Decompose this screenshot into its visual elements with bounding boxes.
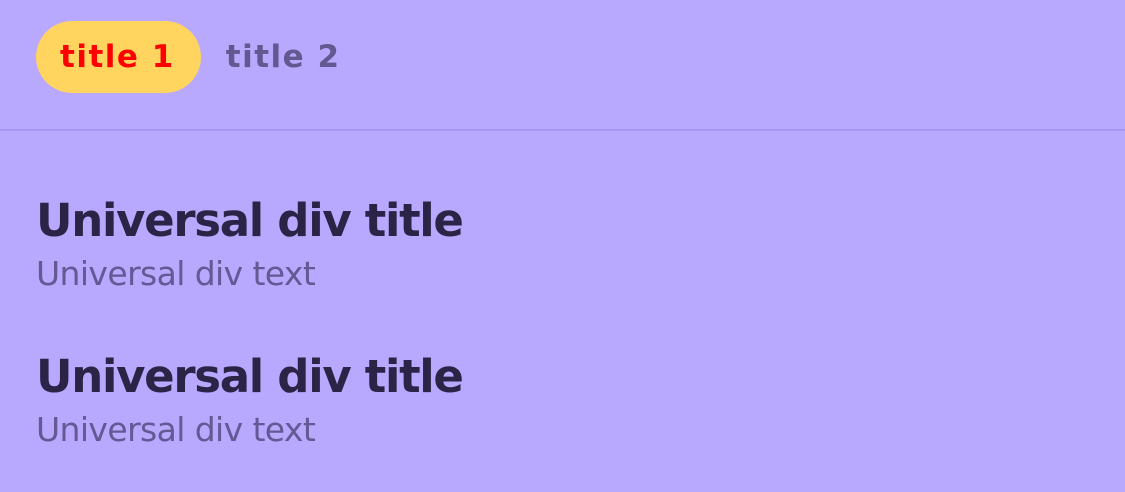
- tab-list: title 1 title 2: [36, 21, 341, 93]
- universal-div-title: Universal div title: [36, 194, 464, 247]
- tab-content: Universal div title Universal div text U…: [36, 190, 464, 452]
- tabs-bar: title 1 title 2: [0, 0, 1125, 131]
- tab-label: title 1: [60, 38, 175, 75]
- universal-div-text: Universal div text: [36, 254, 316, 293]
- universal-div: Universal div title Universal div text: [36, 346, 464, 452]
- tab-title-1[interactable]: title 1: [36, 21, 201, 93]
- tab-title-2[interactable]: title 2: [201, 21, 341, 93]
- universal-div-text: Universal div text: [36, 410, 316, 449]
- universal-div-title: Universal div title: [36, 350, 464, 403]
- universal-div: Universal div title Universal div text: [36, 190, 464, 296]
- tab-label: title 2: [225, 38, 341, 75]
